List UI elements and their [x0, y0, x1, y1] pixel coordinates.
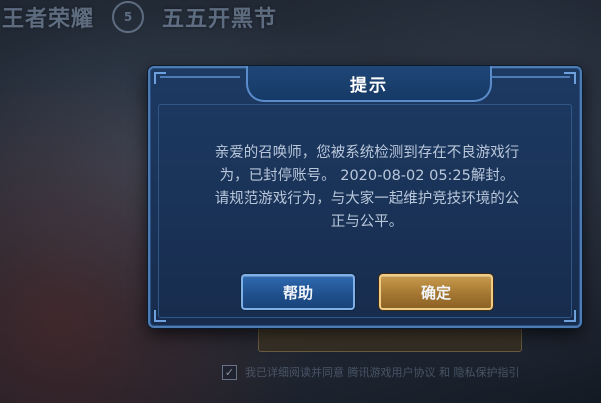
message-line: 请规范游戏行为，与大家一起维护竞技环境的公	[214, 191, 520, 207]
message-line: 为，已封停账号。 2020-08-02 05:25解封。	[219, 168, 515, 184]
corner-ornament-icon	[154, 72, 166, 84]
help-button-label: 帮助	[282, 283, 313, 302]
dialog-title-tab: 提示	[246, 66, 492, 102]
ban-notice-dialog: 提示 亲爱的召唤师，您被系统检测到存在不良游戏行 为，已封停账号。 2020-0…	[148, 66, 582, 328]
confirm-button[interactable]: 确定	[379, 274, 493, 310]
game-logo: 王者荣耀	[2, 7, 95, 32]
corner-ornament-icon	[154, 310, 166, 322]
help-button[interactable]: 帮助	[241, 274, 355, 310]
agreement-row: ✓ 我已详细阅读并同意 腾讯游戏用户协议 和 隐私保护指引	[222, 362, 520, 382]
event-badge-icon: 5	[112, 1, 145, 33]
dialog-message: 亲爱的召唤师，您被系统检测到存在不良游戏行 为，已封停账号。 2020-08-0…	[180, 142, 554, 234]
dialog-title: 提示	[350, 75, 388, 96]
message-line: 亲爱的召唤师，您被系统检测到存在不良游戏行	[214, 145, 520, 161]
title-left-ornament	[160, 76, 240, 78]
confirm-button-label: 确定	[420, 283, 451, 302]
agreement-checkbox: ✓	[222, 364, 237, 380]
agreement-text: 我已详细阅读并同意 腾讯游戏用户协议 和 隐私保护指引	[245, 366, 520, 379]
corner-ornament-icon	[564, 310, 576, 322]
title-right-ornament	[490, 76, 570, 78]
event-title: 五五开黑节	[162, 7, 278, 32]
header-logo-area: 王者荣耀 5 五五开黑节	[0, 0, 342, 34]
message-line: 正与公平。	[330, 214, 404, 230]
corner-ornament-icon	[564, 72, 576, 84]
